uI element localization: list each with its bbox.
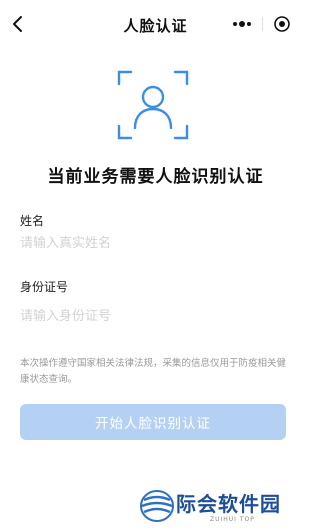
watermark-logo-icon: [140, 490, 174, 522]
start-face-recognition-button[interactable]: 开始人脸识别认证: [20, 404, 286, 440]
close-miniprogram-button[interactable]: [265, 10, 299, 38]
mini-program-capsule: [225, 10, 300, 38]
watermark: 际会软件园 ZUIHUI TOP: [132, 482, 311, 532]
name-label: 姓名: [20, 214, 45, 228]
id-number-label: 身份证号: [20, 280, 69, 294]
face-scan-icon: [117, 70, 189, 140]
name-input[interactable]: [18, 232, 282, 254]
watermark-text: 际会软件园: [176, 492, 281, 516]
watermark-subtext: ZUIHUI TOP: [210, 516, 255, 523]
auth-heading: 当前业务需要人脸识别认证: [47, 167, 264, 187]
face-auth-page: 人脸认证 当前业务需要人脸识别认证 姓名 请输入真实姓名 身份证号 请输入身份证…: [0, 0, 311, 532]
more-dots-icon: [233, 21, 251, 27]
privacy-notice: 本次操作遵守国家相关法律法规，采集的信息仅用于防疫相关健康状态查询。: [20, 358, 287, 385]
capsule-divider: [262, 17, 263, 31]
header-bar: 人脸认证: [0, 0, 311, 48]
target-circle-icon: [274, 16, 290, 32]
more-button[interactable]: [225, 10, 259, 38]
id-number-input[interactable]: [18, 305, 282, 327]
